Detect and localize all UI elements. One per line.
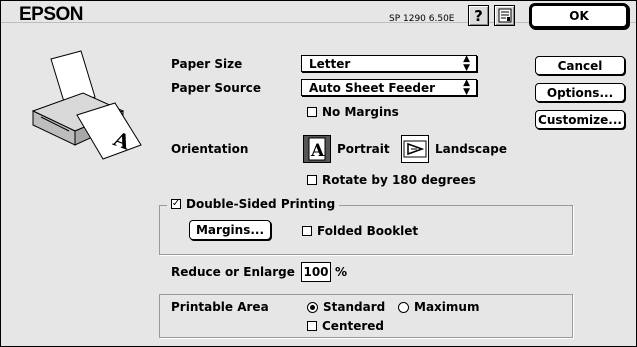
percent-unit: %	[335, 265, 348, 279]
rotate-checkbox[interactable]	[307, 175, 317, 185]
double-sided-checkbox[interactable]: ✓	[171, 199, 181, 209]
cancel-button[interactable]: Cancel	[535, 56, 625, 75]
standard-radio[interactable]	[307, 301, 318, 313]
updown-arrows-icon: ▲ ▼	[463, 53, 470, 73]
portrait-option[interactable]: A	[303, 135, 331, 163]
ok-button[interactable]: OK	[529, 3, 629, 29]
standard-label: Standard	[323, 300, 386, 314]
paper-source-label: Paper Source	[171, 81, 261, 95]
centered-option[interactable]: Centered	[307, 319, 384, 333]
paper-source-value: Auto Sheet Feeder	[309, 80, 435, 95]
svg-text:A: A	[310, 141, 325, 161]
printable-area-label: Printable Area	[171, 300, 269, 314]
printer-info-button[interactable]	[494, 5, 515, 26]
maximum-label: Maximum	[414, 300, 480, 314]
page-setup-dialog: EPSON SP 1290 6.50E ? OK Cancel Options.…	[0, 0, 637, 347]
no-margins-label: No Margins	[322, 105, 399, 119]
landscape-label: Landscape	[435, 142, 507, 156]
help-button[interactable]: ?	[468, 5, 489, 26]
paper-source-select[interactable]: Auto Sheet Feeder ▲ ▼	[301, 77, 477, 97]
centered-checkbox[interactable]	[307, 321, 317, 331]
options-button[interactable]: Options...	[535, 83, 625, 102]
double-sided-label: Double-Sided Printing	[186, 197, 336, 211]
maximum-radio[interactable]	[398, 301, 409, 313]
rotate-label: Rotate by 180 degrees	[322, 173, 476, 187]
margins-button[interactable]: Margins...	[189, 220, 271, 240]
orientation-label: Orientation	[171, 142, 249, 156]
no-margins-option[interactable]: No Margins	[307, 105, 399, 119]
landscape-a-icon	[403, 140, 427, 158]
no-margins-checkbox[interactable]	[307, 107, 317, 117]
paper-size-select[interactable]: Letter ▲ ▼	[301, 53, 477, 73]
portrait-label: Portrait	[337, 142, 390, 156]
landscape-option[interactable]	[401, 135, 429, 163]
driver-version: SP 1290 6.50E	[389, 14, 455, 24]
folded-booklet-label: Folded Booklet	[317, 224, 419, 238]
paper-size-value: Letter	[309, 56, 351, 71]
folded-booklet-checkbox[interactable]	[302, 226, 312, 236]
centered-label: Centered	[322, 319, 385, 333]
updown-arrows-icon: ▲ ▼	[463, 77, 470, 97]
reduce-enlarge-input[interactable]: 100	[301, 262, 331, 282]
folded-booklet-option[interactable]: Folded Booklet	[302, 224, 418, 238]
printer-info-icon	[498, 8, 511, 23]
question-mark-icon: ?	[474, 6, 483, 25]
printer-illustration: A	[31, 50, 142, 160]
double-sided-option[interactable]: ✓ Double-Sided Printing	[167, 197, 340, 211]
rotate-option[interactable]: Rotate by 180 degrees	[307, 173, 476, 187]
reduce-enlarge-label: Reduce or Enlarge	[171, 265, 295, 279]
portrait-a-icon: A	[308, 137, 326, 161]
customize-button[interactable]: Customize...	[535, 110, 625, 129]
paper-size-label: Paper Size	[171, 57, 243, 71]
maximum-radio-option[interactable]: Maximum	[398, 300, 479, 314]
standard-radio-option[interactable]: Standard	[307, 300, 385, 314]
